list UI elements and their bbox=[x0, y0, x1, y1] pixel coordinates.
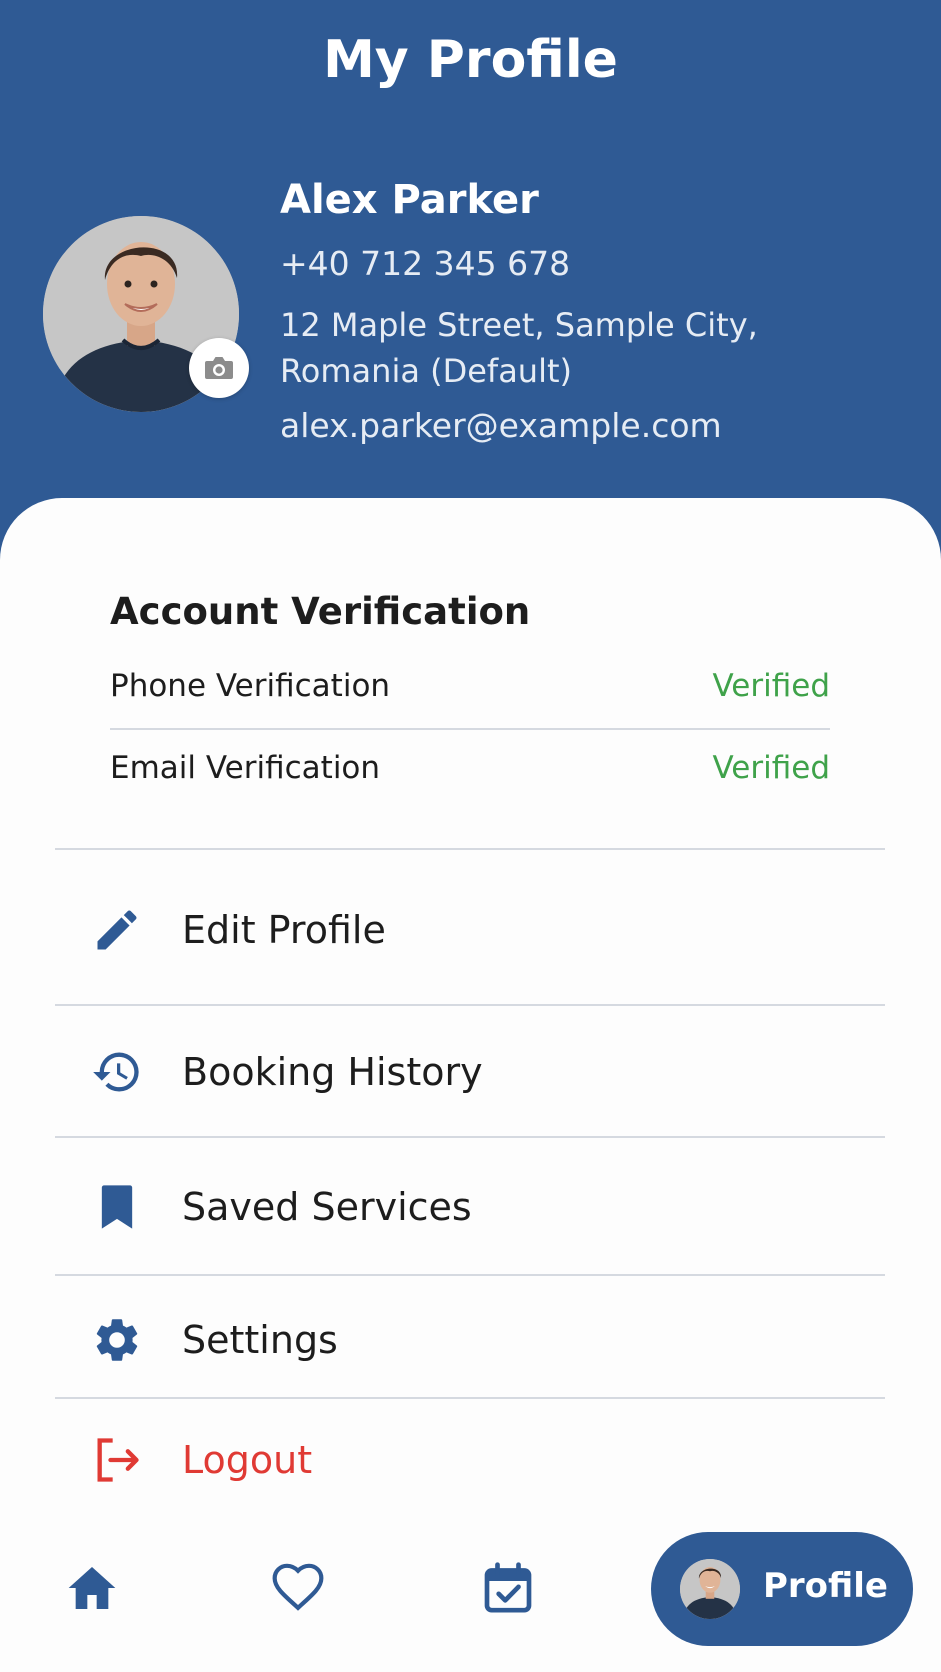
profile-info: Alex Parker +40 712 345 678 12 Maple Str… bbox=[280, 174, 758, 445]
verification-label: Email Verification bbox=[110, 750, 381, 786]
menu-item-label: Settings bbox=[182, 1318, 338, 1362]
verification-label: Phone Verification bbox=[110, 668, 391, 704]
email-verification-row: Email Verification Verified bbox=[110, 750, 830, 800]
calendar-check-icon[interactable] bbox=[480, 1560, 536, 1616]
menu-item-label: Saved Services bbox=[182, 1185, 472, 1229]
divider bbox=[110, 728, 830, 730]
menu-item-saved-services[interactable]: Saved Services bbox=[55, 1157, 885, 1257]
nav-profile-label: Profile bbox=[763, 1566, 888, 1606]
phone-verification-row: Phone Verification Verified bbox=[110, 668, 830, 718]
bottom-nav: Profile bbox=[0, 1520, 941, 1672]
avatar bbox=[680, 1559, 740, 1619]
menu-item-logout[interactable]: Logout bbox=[55, 1410, 885, 1510]
heart-icon[interactable] bbox=[270, 1560, 326, 1616]
user-name: Alex Parker bbox=[280, 177, 539, 223]
gear-icon bbox=[96, 1319, 138, 1361]
home-icon[interactable] bbox=[64, 1560, 120, 1616]
divider bbox=[55, 1004, 885, 1006]
verification-status: Verified bbox=[712, 668, 830, 704]
verification-title: Account Verification bbox=[110, 590, 531, 633]
menu-item-booking-history[interactable]: Booking History bbox=[55, 1022, 885, 1122]
user-email: alex.parker@example.com bbox=[280, 406, 722, 445]
divider bbox=[55, 1274, 885, 1276]
divider bbox=[55, 1397, 885, 1399]
camera-icon bbox=[205, 357, 233, 379]
menu-item-settings[interactable]: Settings bbox=[55, 1290, 885, 1390]
nav-profile-button[interactable]: Profile bbox=[651, 1532, 913, 1646]
history-icon bbox=[93, 1052, 139, 1092]
user-address: 12 Maple Street, Sample City, Romania (D… bbox=[280, 306, 758, 390]
divider bbox=[55, 1136, 885, 1138]
menu-item-label: Edit Profile bbox=[182, 908, 386, 952]
menu-item-edit-profile[interactable]: Edit Profile bbox=[55, 880, 885, 980]
page-title: My Profile bbox=[323, 30, 618, 90]
verification-status: Verified bbox=[712, 750, 830, 786]
menu-item-label: Booking History bbox=[182, 1050, 483, 1094]
logout-icon bbox=[97, 1438, 139, 1482]
divider bbox=[55, 848, 885, 850]
bookmark-icon bbox=[101, 1185, 133, 1229]
pencil-icon bbox=[97, 910, 137, 950]
profile-header: My Profile Alex Parker +40 712 345 678 1… bbox=[0, 0, 941, 560]
user-photo bbox=[680, 1559, 740, 1619]
change-photo-button[interactable] bbox=[189, 338, 249, 398]
menu-item-label: Logout bbox=[182, 1438, 313, 1482]
user-phone: +40 712 345 678 bbox=[280, 244, 571, 283]
